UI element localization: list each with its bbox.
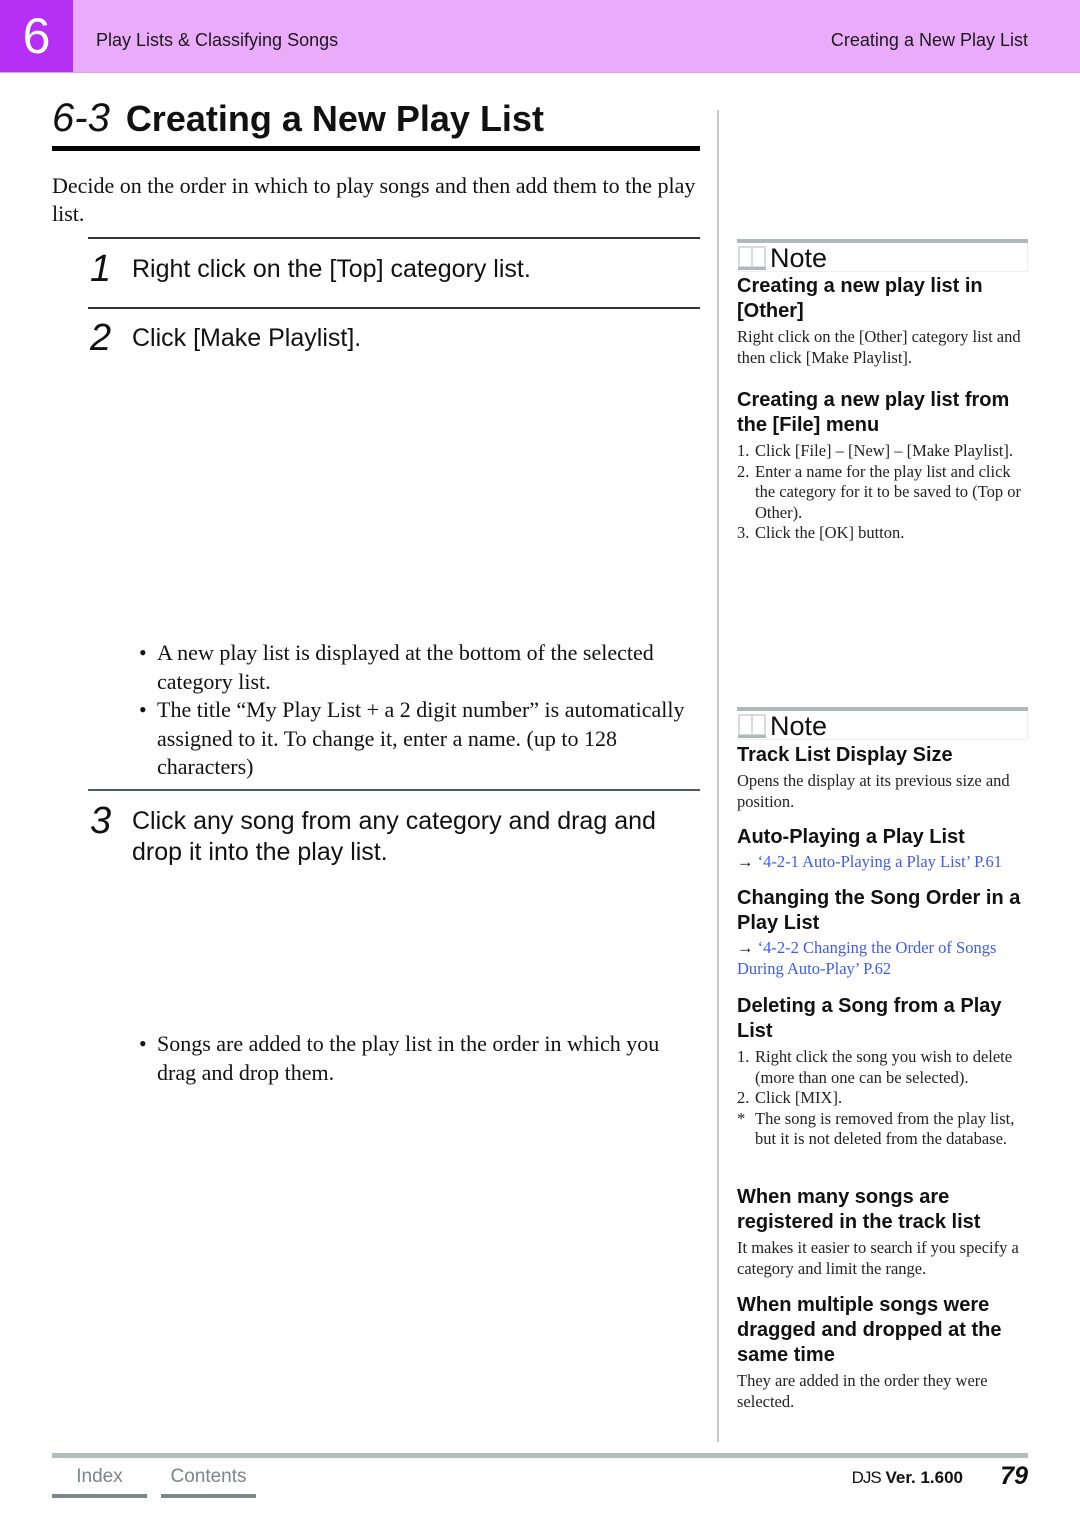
- cross-reference-link[interactable]: → ‘4-2-1 Auto-Playing a Play List’ P.61: [737, 852, 1029, 873]
- chapter-header: 6 Play Lists & Classifying Songs Creatin…: [0, 0, 1080, 73]
- note-heading: Deleting a Song from a Play List: [737, 995, 1002, 1042]
- note-section: When multiple songs were dragged and dro…: [737, 1293, 1029, 1412]
- note-body: It makes it easier to search if you spec…: [737, 1238, 1019, 1278]
- bullet-icon: •: [139, 697, 147, 722]
- arrow-right-icon: →: [737, 938, 754, 957]
- cross-reference-link[interactable]: → ‘4-2-2 Changing the Order of Songs Dur…: [737, 938, 1029, 979]
- note-section: Creating a new play list from the [File]…: [737, 388, 1029, 544]
- step-text: Click any song from any category and dra…: [132, 807, 656, 866]
- note-heading: Changing the Song Order in a Play List: [737, 887, 1021, 934]
- note-section: Auto-Playing a Play List → ‘4-2-1 Auto-P…: [737, 825, 1029, 873]
- contents-button[interactable]: Contents: [161, 1466, 256, 1498]
- note-section: Creating a new play list in [Other] Righ…: [737, 274, 1029, 368]
- note-heading: Creating a new play list in [Other]: [737, 275, 983, 322]
- note-body: Right click on the [Other] category list…: [737, 327, 1021, 367]
- note-heading: When many songs are registered in the tr…: [737, 1186, 981, 1233]
- brand-name: DJS: [851, 1468, 882, 1487]
- section-number: 6-3: [52, 96, 110, 140]
- footer-rule: [52, 1453, 1028, 1458]
- list-item: 1. Click [File] – [New] – [Make Playlist]…: [737, 441, 1013, 460]
- note-label: Note: [770, 711, 828, 741]
- list-item: 1. Right click the song you wish to delet…: [737, 1047, 1013, 1087]
- note-section: Track List Display Size Opens the displa…: [737, 743, 1029, 812]
- step-3-notes: • Songs are added to the play list in the…: [136, 1030, 696, 1087]
- note-header: Note: [737, 707, 1028, 741]
- section-title: Creating a New Play List: [125, 98, 544, 139]
- note-header: Note: [737, 239, 1028, 273]
- note-section: Changing the Song Order in a Play List →…: [737, 886, 1029, 979]
- step-text: Right click on the [Top] category list.: [132, 255, 531, 283]
- note-section: When many songs are registered in the tr…: [737, 1185, 1029, 1279]
- list-item: 2. Click [MIX].: [737, 1088, 843, 1107]
- list-item: • Songs are added to the play list in the…: [139, 1031, 660, 1085]
- title-underline: [52, 146, 700, 151]
- step-divider: [88, 789, 700, 791]
- note-heading: When multiple songs were dragged and dro…: [737, 1294, 1002, 1366]
- list-item: • The title “My Play List + a 2 digit num…: [139, 697, 685, 779]
- step-number: 2: [90, 317, 112, 359]
- section-running-title: Creating a New Play List: [830, 30, 1028, 50]
- note-label: Note: [770, 243, 828, 273]
- bullet-icon: •: [139, 1031, 147, 1056]
- step-divider: [88, 307, 700, 309]
- arrow-right-icon: →: [737, 852, 754, 871]
- note-body: They are added in the order they were se…: [737, 1371, 988, 1411]
- step-2-notes: • A new play list is displayed at the bot…: [136, 639, 696, 782]
- note-body: Opens the display at its previous size a…: [737, 771, 1010, 811]
- version-label: DJS Ver. 1.600: [852, 1468, 963, 1488]
- note-heading: Track List Display Size: [737, 744, 953, 766]
- step-text: Click [Make Playlist].: [132, 324, 362, 352]
- index-button[interactable]: Index: [52, 1466, 147, 1498]
- step-divider: [88, 237, 700, 239]
- list-item: * The song is removed from the play list,…: [737, 1108, 1015, 1149]
- book-icon: [738, 246, 766, 270]
- chapter-number: 6: [0, 0, 73, 72]
- version-number: Ver. 1.600: [885, 1468, 963, 1487]
- column-divider: [717, 110, 719, 1442]
- list-item: 2. Enter a name for the play list and cli…: [737, 461, 1021, 522]
- list-item: • A new play list is displayed at the bot…: [139, 640, 654, 694]
- intro-paragraph: Decide on the order in which to play son…: [52, 173, 696, 226]
- list-item: 3. Click the [OK] button.: [737, 523, 905, 542]
- chapter-title: Play Lists & Classifying Songs: [96, 30, 339, 50]
- bullet-icon: •: [139, 640, 147, 665]
- book-icon: [738, 714, 766, 738]
- step-number: 1: [90, 248, 112, 290]
- note-heading: Auto-Playing a Play List: [737, 826, 965, 848]
- page-title: 6-3 Creating a New Play List: [52, 96, 700, 141]
- step-number: 3: [90, 800, 112, 842]
- note-section: Deleting a Song from a Play List 1. Right…: [737, 994, 1029, 1150]
- page-number: 79: [1000, 1462, 1028, 1490]
- note-heading: Creating a new play list from the [File]…: [737, 389, 1010, 436]
